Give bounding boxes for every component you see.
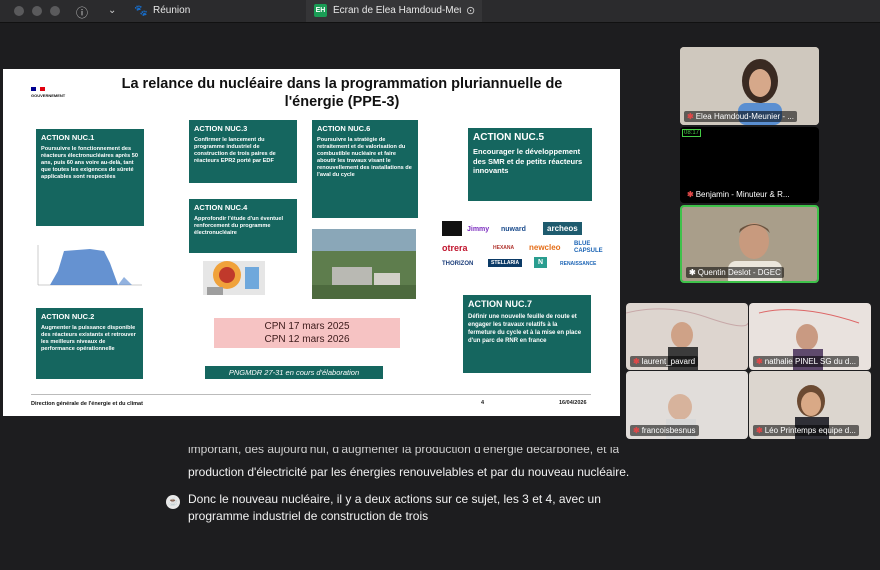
pin-icon: ✱ xyxy=(689,268,696,277)
caption-line-previous: important, dès aujourd'hui, d'augmenter … xyxy=(188,447,620,456)
slide-title: La relance du nucléaire dans la programm… xyxy=(121,76,563,110)
video-tile-francois[interactable]: ✱ francoisbesnus xyxy=(626,371,748,439)
reactor-fleet-graph xyxy=(37,245,142,286)
video-tile-laurent[interactable]: ✱ laurent_pavard xyxy=(626,303,748,370)
action-nuc4-box: ACTION NUC.4 Approfondir l'étude d'un év… xyxy=(189,199,297,253)
mic-muted-icon: ✱ xyxy=(633,357,640,366)
nuclear-site-photo xyxy=(312,229,416,299)
caption-line: programme industriel de construction de … xyxy=(188,509,429,523)
action-nuc5-box: ACTION NUC.5 Encourager le développement… xyxy=(468,128,592,201)
caption-line: production d'électricité par les énergie… xyxy=(188,465,630,479)
action-nuc6-box: ACTION NUC.6 Poursuivre la stratégie de … xyxy=(312,120,418,218)
mic-muted-icon: ✱ xyxy=(756,426,763,435)
speaker-avatar-icon: ☕ xyxy=(166,495,180,509)
action-nuc1-box: ACTION NUC.1 Poursuivre le fonctionnemen… xyxy=(36,129,144,226)
close-window-button[interactable] xyxy=(14,6,24,16)
window-titlebar: ⓘ ⌄ 🐾 Réunion EH Écran de Elea Hamdoud-M… xyxy=(0,0,880,23)
shared-slide: GOUVERNEMENT La relance du nucléaire dan… xyxy=(3,69,620,416)
mic-muted-icon: ✱ xyxy=(633,426,640,435)
meeting-title: Réunion xyxy=(153,5,191,16)
action-nuc3-box: ACTION NUC.3 Confirmer le lancement du p… xyxy=(189,120,297,183)
video-tile-nathalie[interactable]: ✱ nathalie PINEL SG du d... xyxy=(749,303,871,370)
slide-date: 16/04/2026 xyxy=(559,400,587,406)
participant-name: Léo Printemps equipe d... xyxy=(764,426,856,435)
caption-line: Donc le nouveau nucléaire, il y a deux a… xyxy=(188,492,601,506)
pin-icon: ✱ xyxy=(687,112,694,121)
mic-muted-icon: ✱ xyxy=(687,190,694,199)
participant-name: Quentin Deslot - DGEC xyxy=(697,268,781,277)
screen-share-title: Écran de Elea Hamdoud-Meu xyxy=(333,5,461,16)
video-tile-elea[interactable]: ✱ Elea Hamdoud-Meunier - ... xyxy=(680,47,819,125)
video-tile-benjamin[interactable]: 08:17 ✱ Benjamin - Minuteur & R... xyxy=(680,127,819,203)
more-options-icon[interactable]: ⊙ xyxy=(466,4,475,17)
sharer-avatar-badge: EH xyxy=(314,4,327,17)
action-nuc2-box: ACTION NUC.2 Augmenter la puissance disp… xyxy=(36,308,143,379)
zoom-window-button[interactable] xyxy=(50,6,60,16)
participant-name: francoisbesnus xyxy=(641,426,696,435)
slide-footer: Direction générale de l'énergie et du cl… xyxy=(31,394,591,407)
participant-name: Elea Hamdoud-Meunier - ... xyxy=(695,112,794,121)
cpn-dates-box: CPN 17 mars 2025 CPN 12 mars 2026 xyxy=(214,318,400,348)
pngmdr-banner: PNGMDR 27-31 en cours d'élaboration xyxy=(205,366,383,379)
video-tile-quentin-active-speaker[interactable]: ✱ Quentin Deslot - DGEC xyxy=(680,205,819,283)
video-tile-leo[interactable]: ✱ Léo Printemps equipe d... xyxy=(749,371,871,439)
info-icon[interactable]: ⓘ xyxy=(76,4,88,21)
reactor-illustration xyxy=(203,261,265,295)
participant-name: laurent_pavard xyxy=(641,357,696,366)
paw-icon: 🐾 xyxy=(134,5,148,17)
participant-name: nathalie PINEL SG du d... xyxy=(764,357,857,366)
participant-name: Benjamin - Minuteur & R... xyxy=(695,190,790,199)
minimize-window-button[interactable] xyxy=(32,6,42,16)
slide-page-number: 4 xyxy=(481,400,485,406)
chevron-down-icon[interactable]: ⌄ xyxy=(108,5,116,16)
action-nuc7-box: ACTION NUC.7 Définir une nouvelle feuill… xyxy=(463,295,591,373)
government-logo: GOUVERNEMENT xyxy=(31,87,71,98)
mic-muted-icon: ✱ xyxy=(756,357,763,366)
